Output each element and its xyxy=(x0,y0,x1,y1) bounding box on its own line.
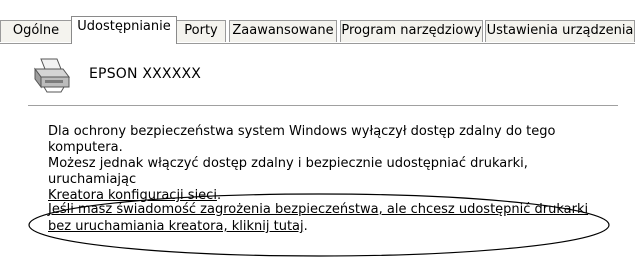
divider xyxy=(28,105,618,106)
tab-general[interactable]: Ogólne xyxy=(0,20,72,42)
info-line-2: Możesz jednak włączyć dostęp zdalny i be… xyxy=(48,156,528,187)
info-text: Dla ochrony bezpieczeństwa system Window… xyxy=(48,124,618,204)
tab-device-settings[interactable]: Ustawienia urządzenia xyxy=(485,20,635,42)
printer-icon xyxy=(32,57,72,93)
tab-ports[interactable]: Porty xyxy=(176,20,226,42)
info-line-1: Dla ochrony bezpieczeństwa system Window… xyxy=(48,124,556,155)
bypass-wizard-text: Jeśli masz świadomość zagrożenia bezpiec… xyxy=(48,201,608,235)
tab-advanced[interactable]: Zaawansowane xyxy=(229,20,337,42)
bypass-wizard-link[interactable]: Jeśli masz świadomość zagrożenia bezpiec… xyxy=(48,202,588,234)
tab-strip: Ogólne Udostępnianie Porty Zaawansowane … xyxy=(0,0,635,46)
printer-name: EPSON XXXXXX xyxy=(89,66,202,82)
tab-utility[interactable]: Program narzędziowy xyxy=(340,20,483,42)
tab-sharing[interactable]: Udostępnianie xyxy=(71,16,177,44)
bypass-link-suffix: . xyxy=(303,219,308,234)
